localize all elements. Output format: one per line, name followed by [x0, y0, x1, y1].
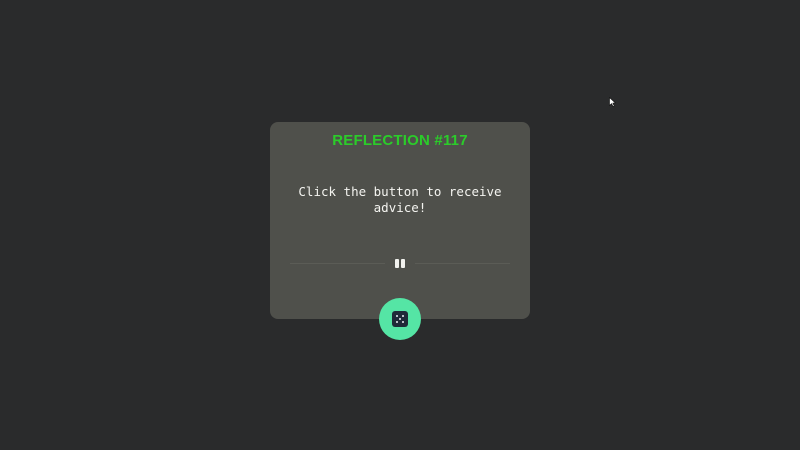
- pause-icon: [394, 259, 406, 268]
- pause-bar-right: [401, 259, 405, 268]
- dice-pip: [402, 321, 404, 323]
- app-stage: REFLECTION #117 Click the button to rece…: [0, 0, 800, 450]
- pause-bar-left: [395, 259, 399, 268]
- generate-advice-button[interactable]: [379, 298, 421, 340]
- mouse-pointer-icon: [609, 97, 616, 107]
- dice-pip: [396, 321, 398, 323]
- advice-card: REFLECTION #117 Click the button to rece…: [270, 122, 530, 319]
- dice-icon: [392, 311, 408, 327]
- advice-title: REFLECTION #117: [332, 132, 468, 149]
- dice-pip: [399, 318, 401, 320]
- dice-pip: [402, 315, 404, 317]
- advice-text: Click the button to receive advice!: [298, 184, 502, 215]
- dice-pip: [396, 315, 398, 317]
- divider-line-left: [290, 263, 385, 264]
- divider-line-right: [415, 263, 510, 264]
